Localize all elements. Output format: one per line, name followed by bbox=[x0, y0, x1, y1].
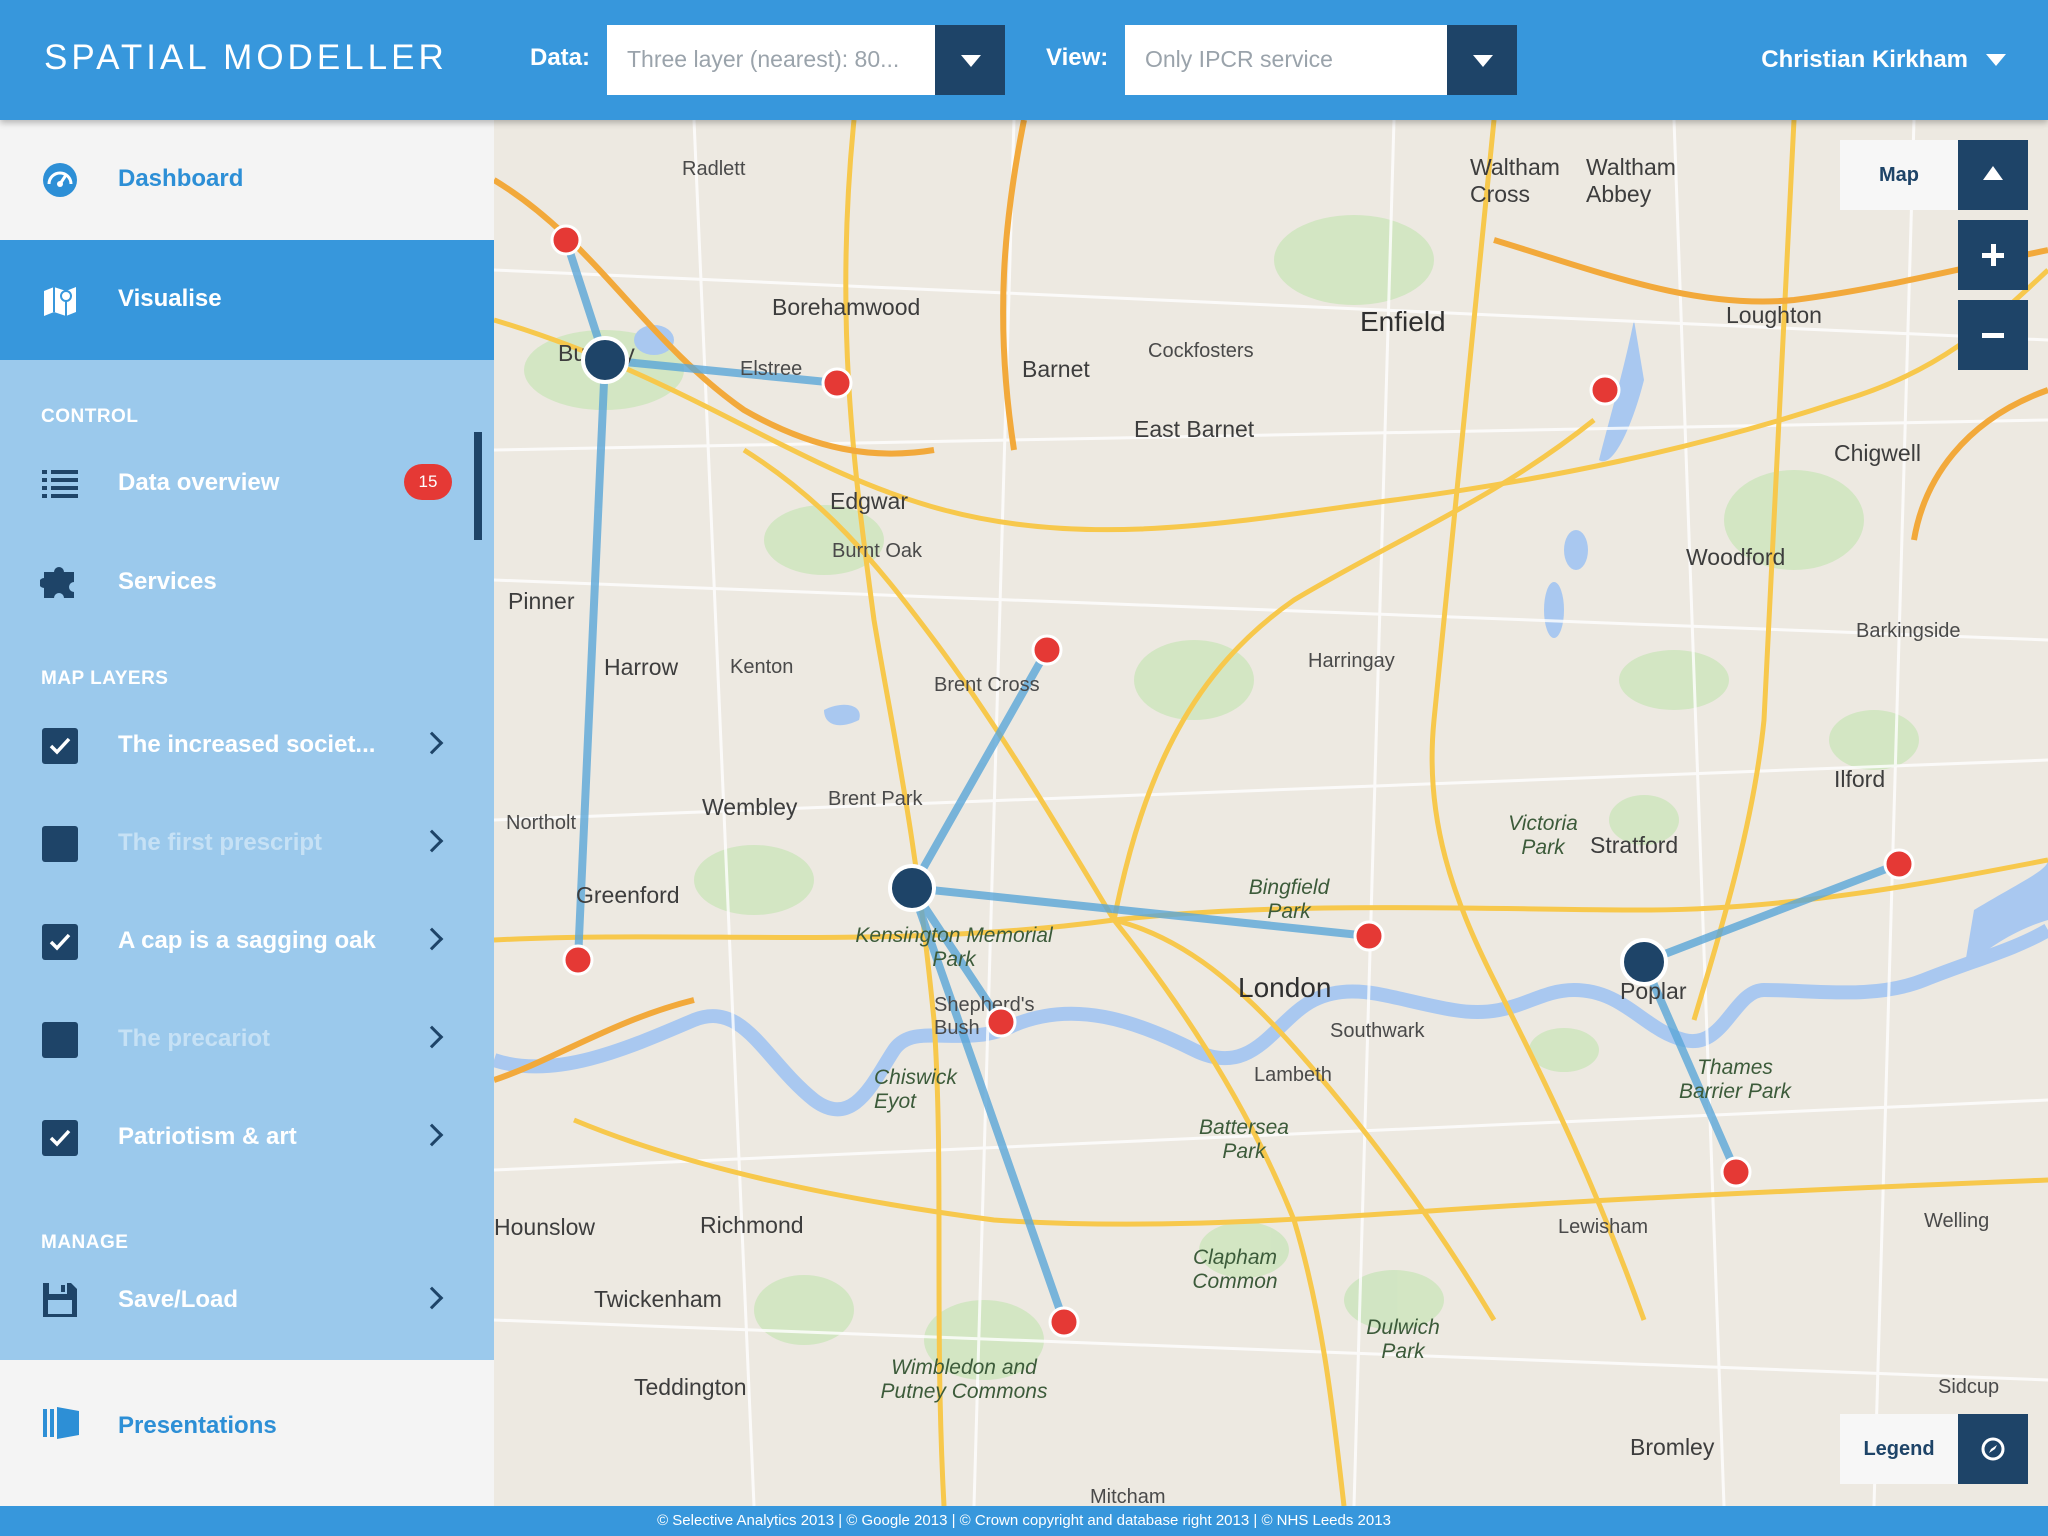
sidebar-item-label: Presentations bbox=[118, 1412, 277, 1439]
collapse-controls-button[interactable] bbox=[1958, 140, 2028, 210]
hub-marker[interactable] bbox=[888, 864, 936, 912]
chevron-up-icon bbox=[1983, 166, 2003, 180]
sidebar-item-label: Data overview bbox=[118, 469, 280, 496]
sidebar-item-presentations[interactable]: Presentations bbox=[0, 1360, 494, 1506]
data-select-dropdown-button[interactable] bbox=[935, 25, 1005, 95]
copyright-text: © Selective Analytics 2013 | © Google 20… bbox=[657, 1512, 1391, 1529]
section-heading-control: CONTROL bbox=[41, 406, 139, 427]
view-select-dropdown-button[interactable] bbox=[1447, 25, 1517, 95]
site-marker[interactable] bbox=[550, 224, 582, 256]
layer-checkbox[interactable] bbox=[42, 1022, 78, 1058]
check-icon bbox=[49, 933, 71, 951]
view-select-value: Only IPCR service bbox=[1145, 46, 1333, 72]
map-view[interactable]: London Enfield Barnet East Barnet Harrow… bbox=[494, 120, 2048, 1506]
map-layer-item[interactable]: Patriotism & art bbox=[0, 1107, 494, 1167]
app-title: SPATIAL MODELLER bbox=[44, 38, 448, 77]
map-layer-item[interactable]: The first prescript bbox=[0, 813, 494, 873]
layer-label: The precariot bbox=[118, 1025, 271, 1052]
site-marker[interactable] bbox=[1720, 1156, 1752, 1188]
sidebar-item-dashboard[interactable]: Dashboard bbox=[0, 120, 494, 240]
chevron-right-icon[interactable] bbox=[420, 1123, 444, 1147]
check-icon bbox=[49, 1129, 71, 1147]
site-marker[interactable] bbox=[821, 367, 853, 399]
top-bar: SPATIAL MODELLER Data: Three layer (near… bbox=[0, 0, 2048, 120]
sidebar-item-save-load[interactable]: Save/Load bbox=[0, 1270, 494, 1330]
legend-button[interactable]: Legend bbox=[1840, 1414, 1958, 1484]
hub-marker[interactable] bbox=[581, 336, 629, 384]
map-type-button[interactable]: Map bbox=[1840, 140, 1958, 210]
layer-checkbox[interactable] bbox=[42, 728, 78, 764]
layer-checkbox[interactable] bbox=[42, 1120, 78, 1156]
site-marker[interactable] bbox=[985, 1006, 1017, 1038]
chevron-down-icon bbox=[961, 55, 981, 67]
data-select[interactable]: Three layer (nearest): 80... bbox=[607, 25, 1005, 95]
site-marker[interactable] bbox=[1883, 848, 1915, 880]
sidebar-item-data-overview[interactable]: Data overview 15 bbox=[0, 453, 494, 513]
chevron-right-icon[interactable] bbox=[420, 1025, 444, 1049]
sidebar-item-services[interactable]: Services bbox=[0, 552, 494, 612]
site-marker[interactable] bbox=[562, 944, 594, 976]
marker-layer bbox=[550, 224, 1915, 1338]
view-select-label: View: bbox=[1046, 44, 1109, 71]
map-icon bbox=[44, 287, 76, 316]
check-icon bbox=[49, 737, 71, 755]
sidebar-item-label: Services bbox=[118, 568, 217, 595]
layer-label: A cap is a sagging oak bbox=[118, 927, 376, 954]
site-marker[interactable] bbox=[1589, 374, 1621, 406]
map-layer-item[interactable]: The increased societ... bbox=[0, 715, 494, 775]
site-marker[interactable] bbox=[1353, 920, 1385, 952]
layer-checkbox[interactable] bbox=[42, 924, 78, 960]
data-select-label: Data: bbox=[530, 44, 591, 71]
layer-label: Patriotism & art bbox=[118, 1123, 297, 1150]
sidebar-item-visualise[interactable]: Visualise bbox=[0, 240, 494, 360]
sidebar-item-label: Dashboard bbox=[118, 165, 244, 192]
dashboard-icon bbox=[43, 163, 77, 197]
layer-label: The increased societ... bbox=[118, 731, 376, 758]
minus-icon bbox=[1982, 333, 2004, 338]
chevron-down-icon bbox=[1473, 55, 1493, 67]
data-select-value: Three layer (nearest): 80... bbox=[627, 46, 900, 72]
footer: © Selective Analytics 2013 | © Google 20… bbox=[0, 1506, 2048, 1536]
list-icon bbox=[42, 470, 78, 498]
sidebar: Dashboard Visualise CONTROL Data overvie… bbox=[0, 120, 494, 1506]
map-layer-item[interactable]: A cap is a sagging oak bbox=[0, 911, 494, 971]
chevron-right-icon[interactable] bbox=[420, 927, 444, 951]
user-menu[interactable]: Christian Kirkham bbox=[1761, 46, 1968, 74]
section-heading-manage: MANAGE bbox=[41, 1232, 129, 1253]
sidebar-item-label: Visualise bbox=[118, 285, 222, 312]
view-select[interactable]: Only IPCR service bbox=[1125, 25, 1517, 95]
chevron-right-icon[interactable] bbox=[420, 731, 444, 755]
compass-button[interactable] bbox=[1958, 1414, 2028, 1484]
layer-label: The first prescript bbox=[118, 829, 323, 856]
site-marker[interactable] bbox=[1031, 634, 1063, 666]
layer-checkbox[interactable] bbox=[42, 826, 78, 862]
chevron-down-icon[interactable] bbox=[1986, 54, 2006, 66]
compass-icon bbox=[1981, 1437, 2005, 1461]
presentation-icon bbox=[43, 1407, 79, 1439]
section-heading-map-layers: MAP LAYERS bbox=[41, 668, 169, 689]
count-badge: 15 bbox=[404, 464, 452, 500]
sidebar-item-label: Save/Load bbox=[118, 1286, 239, 1313]
map-layer-item[interactable]: The precariot bbox=[0, 1009, 494, 1069]
site-marker[interactable] bbox=[1048, 1306, 1080, 1338]
zoom-out-button[interactable] bbox=[1958, 300, 2028, 370]
puzzle-icon bbox=[40, 567, 74, 598]
chevron-right-icon[interactable] bbox=[420, 1286, 444, 1310]
hub-marker[interactable] bbox=[1620, 938, 1668, 986]
chevron-right-icon[interactable] bbox=[420, 829, 444, 853]
zoom-in-button[interactable] bbox=[1958, 220, 2028, 290]
floppy-disk-icon bbox=[43, 1283, 77, 1317]
